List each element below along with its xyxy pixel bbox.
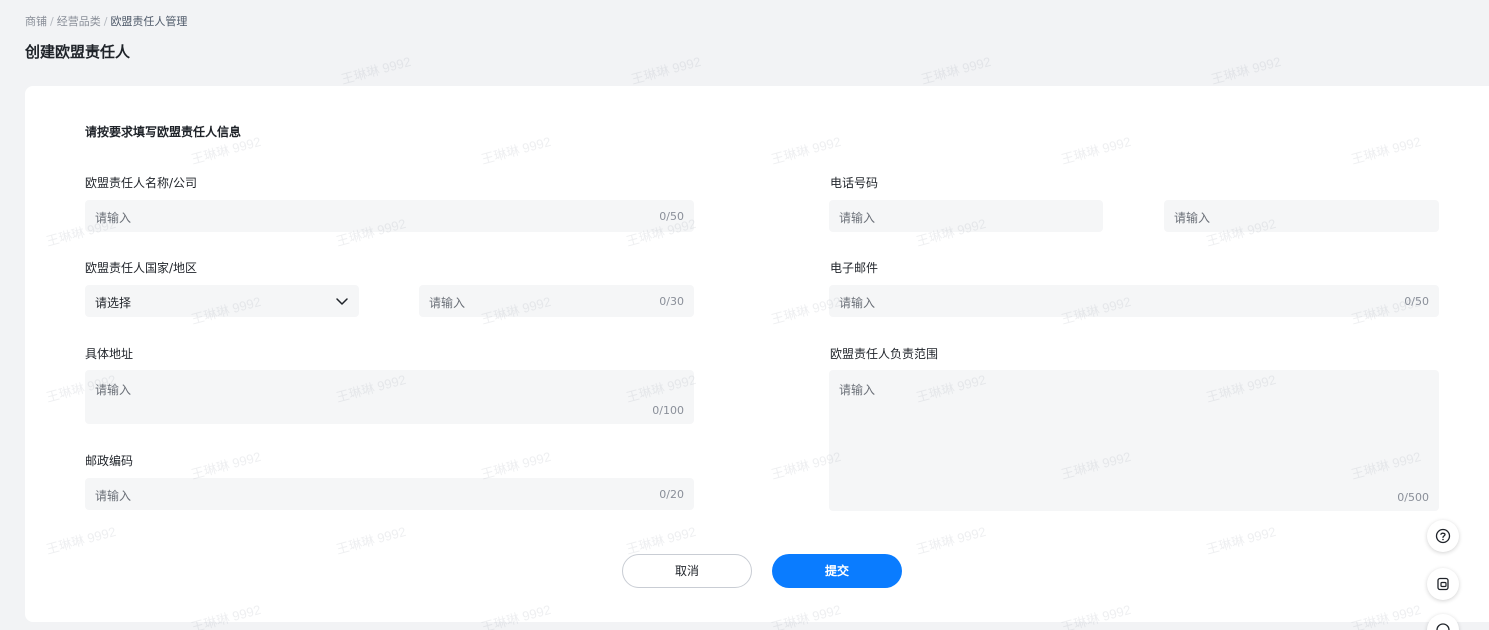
region-char-count: 0/30 [659,295,684,308]
address-char-count: 0/100 [652,404,684,417]
email-placeholder: 请输入 [839,296,876,310]
region-placeholder: 请输入 [429,296,466,310]
phone-code-placeholder: 请输入 [839,211,876,225]
help-button[interactable] [1427,520,1459,552]
scope-char-count: 0/500 [1397,491,1429,504]
email-label: 电子邮件 [830,261,879,275]
phone-number-input[interactable]: 请输入 [1164,200,1439,232]
postcode-label: 邮政编码 [85,454,134,468]
name-char-count: 0/50 [659,210,684,223]
watermark-text: 王琳琳 9992 [919,53,993,87]
address-label: 具体地址 [85,347,134,361]
section-title: 请按要求填写欧盟责任人信息 [85,125,242,139]
breadcrumb-item-shop[interactable]: 商铺 [25,15,47,28]
address-placeholder: 请输入 [95,383,132,397]
breadcrumb-item-category[interactable]: 经营品类 [57,15,101,28]
breadcrumb-item-current: 欧盟责任人管理 [110,15,188,28]
submit-button[interactable]: 提交 [772,554,902,588]
page-title: 创建欧盟责任人 [25,43,131,61]
email-char-count: 0/50 [1404,295,1429,308]
phone-code-input[interactable]: 请输入 [829,200,1103,232]
name-input[interactable]: 请输入 0/50 [85,200,694,232]
watermark-text: 王琳琳 9992 [1209,53,1283,87]
email-input[interactable]: 请输入 0/50 [829,285,1439,317]
phone-number-placeholder: 请输入 [1174,211,1211,225]
form-card: 请按要求填写欧盟责任人信息 欧盟责任人名称/公司 请输入 0/50 欧盟责任人国… [25,86,1489,622]
country-select-value: 请选择 [95,296,132,310]
postcode-placeholder: 请输入 [95,489,132,503]
address-textarea[interactable]: 请输入 0/100 [85,370,694,424]
scope-placeholder: 请输入 [839,383,876,397]
name-placeholder: 请输入 [95,211,132,225]
chevron-down-icon [336,298,348,305]
chat-icon [1436,623,1450,630]
cancel-button[interactable]: 取消 [622,554,752,588]
scope-textarea[interactable]: 请输入 0/500 [829,370,1439,511]
country-label: 欧盟责任人国家/地区 [85,261,198,275]
breadcrumb-separator: / [50,15,54,28]
breadcrumb-separator: / [103,15,108,28]
feedback-icon [1437,577,1449,591]
country-select[interactable]: 请选择 [85,285,359,317]
breadcrumb: 商铺 / 经营品类 / 欧盟责任人管理 [25,13,187,29]
watermark-text: 王琳琳 9992 [339,53,413,87]
postcode-input[interactable]: 请输入 0/20 [85,478,694,510]
phone-label: 电话号码 [830,176,879,190]
scope-label: 欧盟责任人负责范围 [830,347,939,361]
postcode-char-count: 0/20 [659,488,684,501]
feedback-button[interactable] [1427,568,1459,600]
watermark-text: 王琳琳 9992 [629,53,703,87]
region-input[interactable]: 请输入 0/30 [419,285,694,317]
help-icon [1435,528,1451,544]
name-label: 欧盟责任人名称/公司 [85,176,198,190]
